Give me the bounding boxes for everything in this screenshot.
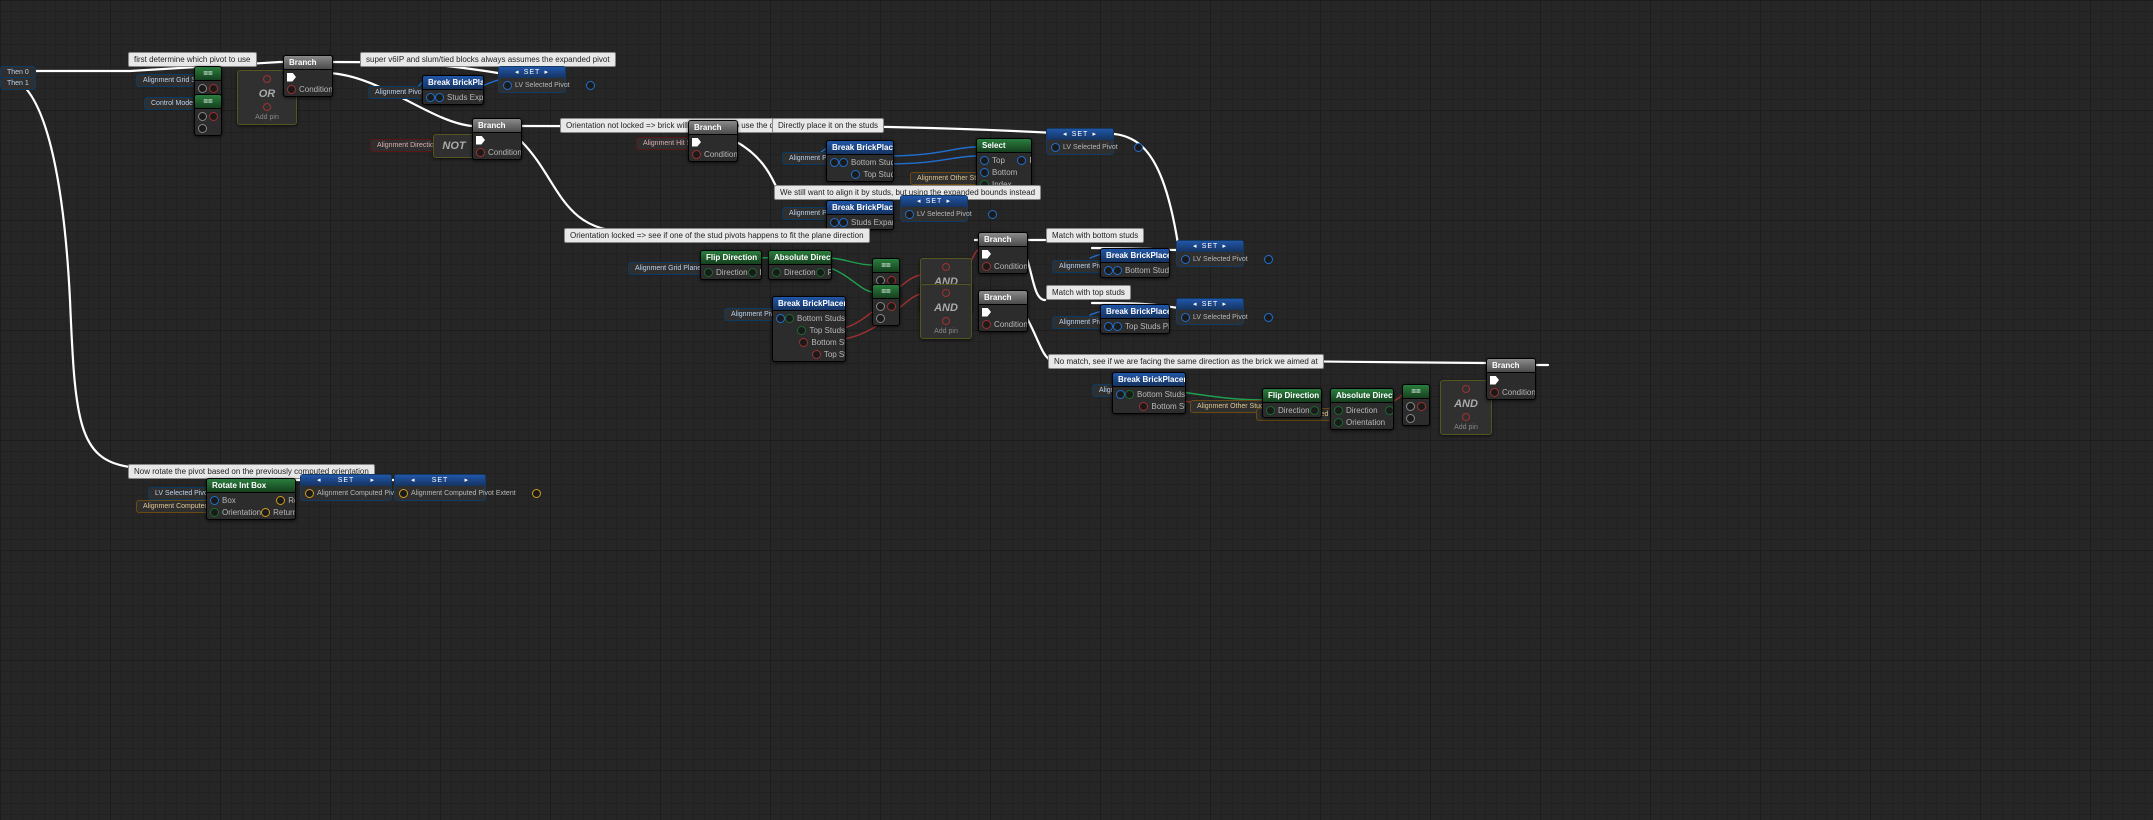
condition-pin: Condition — [287, 84, 333, 94]
sequence-output-then1[interactable]: Then 1 — [0, 77, 36, 90]
break-pivots-5[interactable]: Break BrickPlacementPivots Bottom Studs … — [1100, 248, 1170, 278]
flip-direction-1[interactable]: Flip Direction DirectionReturn Value — [700, 250, 762, 280]
set-selected-pivot-2[interactable]: ◂SET▸ LV Selected Pivot — [1046, 128, 1114, 155]
branch-3[interactable]: Branch Condition TrueFalse — [688, 120, 738, 162]
set-pivot-offset[interactable]: ◂SET▸ Alignment Computed Pivot Offset — [300, 474, 392, 501]
absolute-direction-2[interactable]: Absolute Direction Direction Orientation… — [1330, 388, 1394, 430]
break-pivots-7[interactable]: Break BrickPlacementPivots Bottom Studs … — [1112, 372, 1186, 414]
branch-1[interactable]: Branch Condition True False — [283, 55, 333, 97]
branch-2[interactable]: Branch Condition TrueFalse — [472, 118, 522, 160]
comment-1[interactable]: first determine which pivot to use — [128, 52, 257, 67]
break-pivots-1[interactable]: Break BrickPlacementPivots Studs Expande… — [422, 75, 484, 105]
var-control-mode[interactable]: Control Mode — [144, 97, 200, 110]
branch-header: Branch — [284, 56, 332, 70]
set-selected-pivot-5[interactable]: ◂SET▸ LV Selected Pivot — [1176, 298, 1244, 325]
break-pivots-3[interactable]: Break BrickPlacementPivots Studs Expande… — [826, 200, 894, 230]
rotate-box-node[interactable]: Rotate Int Box Box Orientation Return Va… — [206, 478, 296, 520]
branch-4[interactable]: Branch Condition TrueFalse — [1486, 358, 1536, 400]
comment-4[interactable]: Directly place it on the studs — [772, 118, 884, 133]
select-node[interactable]: Select Top Bottom Index Return Value — [976, 138, 1032, 192]
not-node[interactable]: NOT — [433, 134, 475, 158]
comment-9[interactable]: No match, see if we are facing the same … — [1048, 354, 1324, 369]
set-pivot-extent[interactable]: ◂SET▸ Alignment Computed Pivot Extent — [394, 474, 486, 501]
equals-node-4[interactable]: == — [872, 284, 900, 326]
and-node-2[interactable]: ANDAdd pin — [920, 284, 972, 339]
absolute-direction-1[interactable]: Absolute Direction DirectionReturn Value — [768, 250, 832, 280]
comment-6[interactable]: Orientation locked => see if one of the … — [564, 228, 870, 243]
set-selected-pivot-3[interactable]: ◂SET▸ LV Selected Pivot — [900, 195, 968, 222]
comment-7[interactable]: Match with bottom studs — [1046, 228, 1144, 243]
comment-2[interactable]: super v6IP and slum/tied blocks always a… — [360, 52, 616, 67]
comment-8[interactable]: Match with top studs — [1046, 285, 1131, 300]
add-pin-label[interactable]: Add pin — [241, 114, 293, 121]
graph-canvas[interactable] — [0, 0, 2153, 820]
set-selected-pivot-4[interactable]: ◂SET▸ LV Selected Pivot — [1176, 240, 1244, 267]
break-pivots-2[interactable]: Break BrickPlacementPivots Bottom Studs … — [826, 140, 894, 182]
set-selected-pivot-1[interactable]: ◂SET▸ LV Selected Pivot — [498, 66, 566, 93]
equals-node-2[interactable]: == — [194, 94, 222, 136]
equals-header: == — [195, 67, 221, 81]
branch-top[interactable]: Branch Condition TrueFalse — [978, 290, 1028, 332]
flip-direction-2[interactable]: Flip Direction DirectionReturn Value — [1262, 388, 1322, 418]
and-node-3[interactable]: ANDAdd pin — [1440, 380, 1492, 435]
break-pivots-6[interactable]: Break BrickPlacementPivots Top Studs Piv… — [1100, 304, 1170, 334]
branch-bottom[interactable]: Branch Condition TrueFalse — [978, 232, 1028, 274]
equals-node-5[interactable]: == — [1402, 384, 1430, 426]
break-pivots-4[interactable]: Break BrickPlacementPivots Bottom Studs … — [772, 296, 846, 362]
comment-3[interactable]: Orientation not locked => brick will be … — [560, 118, 791, 133]
